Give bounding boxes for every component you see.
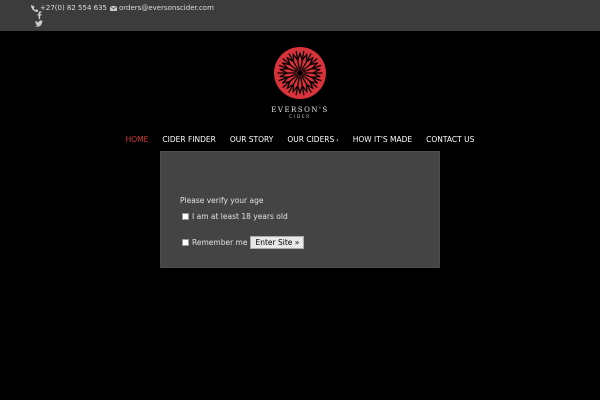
nav-item-our-ciders[interactable]: OUR CIDERS › <box>287 135 338 144</box>
envelope-icon <box>109 5 118 11</box>
age-confirm-row: I am at least 18 years old <box>182 212 288 221</box>
age-verification-dialog: Please verify your age I am at least 18 … <box>160 151 440 268</box>
social-links <box>35 11 43 27</box>
remember-label: Remember me <box>192 238 248 247</box>
nav-item-cider-finder[interactable]: CIDER FINDER <box>162 135 215 144</box>
starburst-logo-icon <box>272 45 328 101</box>
top-bar: +27(0) 82 554 635 orders@eversonscider.c… <box>0 0 600 31</box>
chevron-down-icon: › <box>336 136 339 144</box>
logo-brand-text: EVERSON'S <box>271 106 329 114</box>
nav-item-our-story[interactable]: OUR STORY <box>230 135 274 144</box>
email-item[interactable]: orders@eversonscider.com <box>109 4 214 12</box>
enter-site-button[interactable]: Enter Site » <box>250 236 305 249</box>
age-prompt: Please verify your age <box>180 196 264 205</box>
age-checkbox-label: I am at least 18 years old <box>192 212 288 221</box>
facebook-icon[interactable] <box>36 11 42 19</box>
email-address: orders@eversonscider.com <box>119 4 214 12</box>
nav-item-home[interactable]: HOME <box>126 135 149 144</box>
site-logo[interactable]: EVERSON'S CIDER <box>271 45 329 123</box>
twitter-icon[interactable] <box>35 20 43 27</box>
remember-checkbox[interactable] <box>182 239 189 246</box>
nav-item-contact-us[interactable]: CONTACT US <box>426 135 474 144</box>
nav-item-our-ciders-label: OUR CIDERS <box>287 134 335 144</box>
remember-row: Remember me Enter Site » <box>182 236 305 249</box>
age-checkbox[interactable] <box>182 213 189 220</box>
phone-number: +27(0) 82 554 635 <box>40 4 107 12</box>
nav-item-how-its-made[interactable]: HOW IT'S MADE <box>353 135 412 144</box>
contact-info: +27(0) 82 554 635 orders@eversonscider.c… <box>31 4 214 12</box>
logo-sub-text: CIDER <box>289 115 311 120</box>
main-nav: HOME CIDER FINDER OUR STORY OUR CIDERS › … <box>0 132 600 146</box>
